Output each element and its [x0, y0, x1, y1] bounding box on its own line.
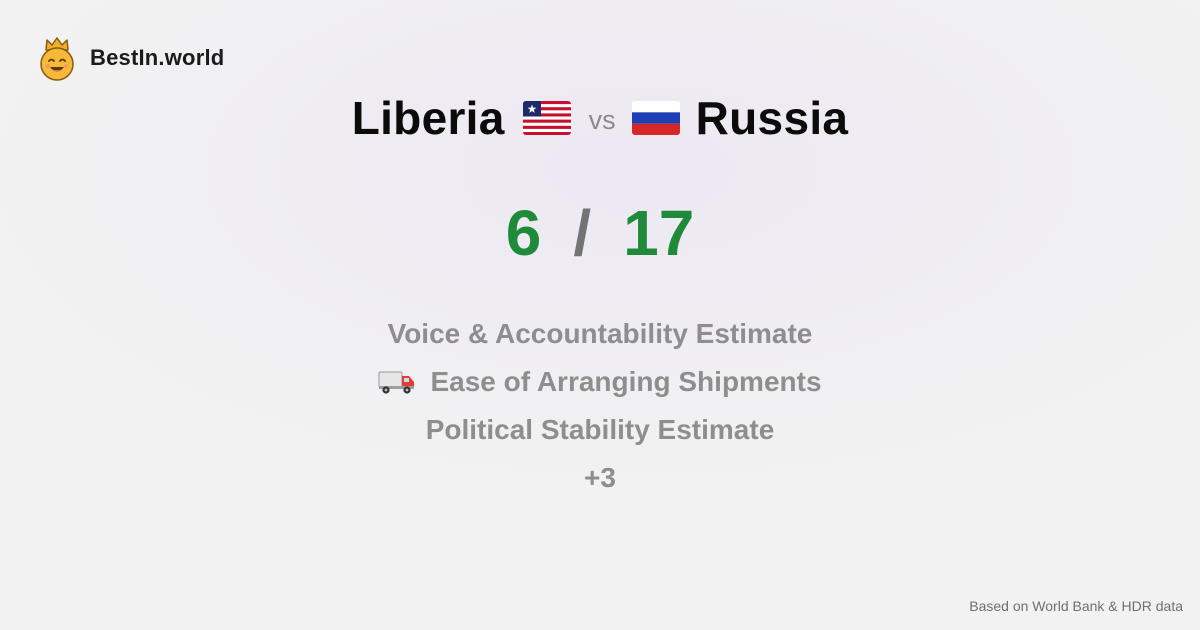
brand-name: BestIn.world	[90, 45, 225, 70]
metric-label: Voice & Accountability Estimate	[387, 318, 813, 349]
comparison-title: Liberia vs Russia	[0, 88, 1200, 148]
metric-list: Voice & Accountability Estimate Ease of …	[0, 310, 1200, 502]
delivery-truck-icon	[378, 371, 415, 394]
score: 6 / 17	[0, 195, 1200, 270]
metric-label: Ease of Arranging Shipments	[430, 366, 822, 397]
metric-label: Political Stability Estimate	[425, 414, 775, 445]
metric-item[interactable]: Voice & Accountability Estimate	[0, 310, 1200, 358]
data-source-note: Based on World Bank & HDR data	[969, 598, 1183, 614]
metric-item[interactable]: Ease of Arranging Shipments	[0, 358, 1200, 406]
brand[interactable]: BestIn.world	[38, 34, 224, 82]
score-separator: /	[573, 196, 592, 269]
right-score: 17	[623, 196, 695, 269]
liberia-flag-icon	[522, 101, 571, 135]
left-country-name[interactable]: Liberia	[352, 91, 505, 145]
more-metrics-count[interactable]: +3	[0, 454, 1200, 502]
left-score: 6	[505, 196, 542, 269]
metric-label: +3	[584, 462, 616, 493]
right-country-name[interactable]: Russia	[696, 91, 849, 145]
crowned-smiley-icon	[40, 37, 74, 81]
metric-item[interactable]: Political Stability Estimate	[0, 406, 1200, 454]
vs-label: vs	[588, 104, 616, 135]
russia-flag-icon	[631, 101, 680, 135]
